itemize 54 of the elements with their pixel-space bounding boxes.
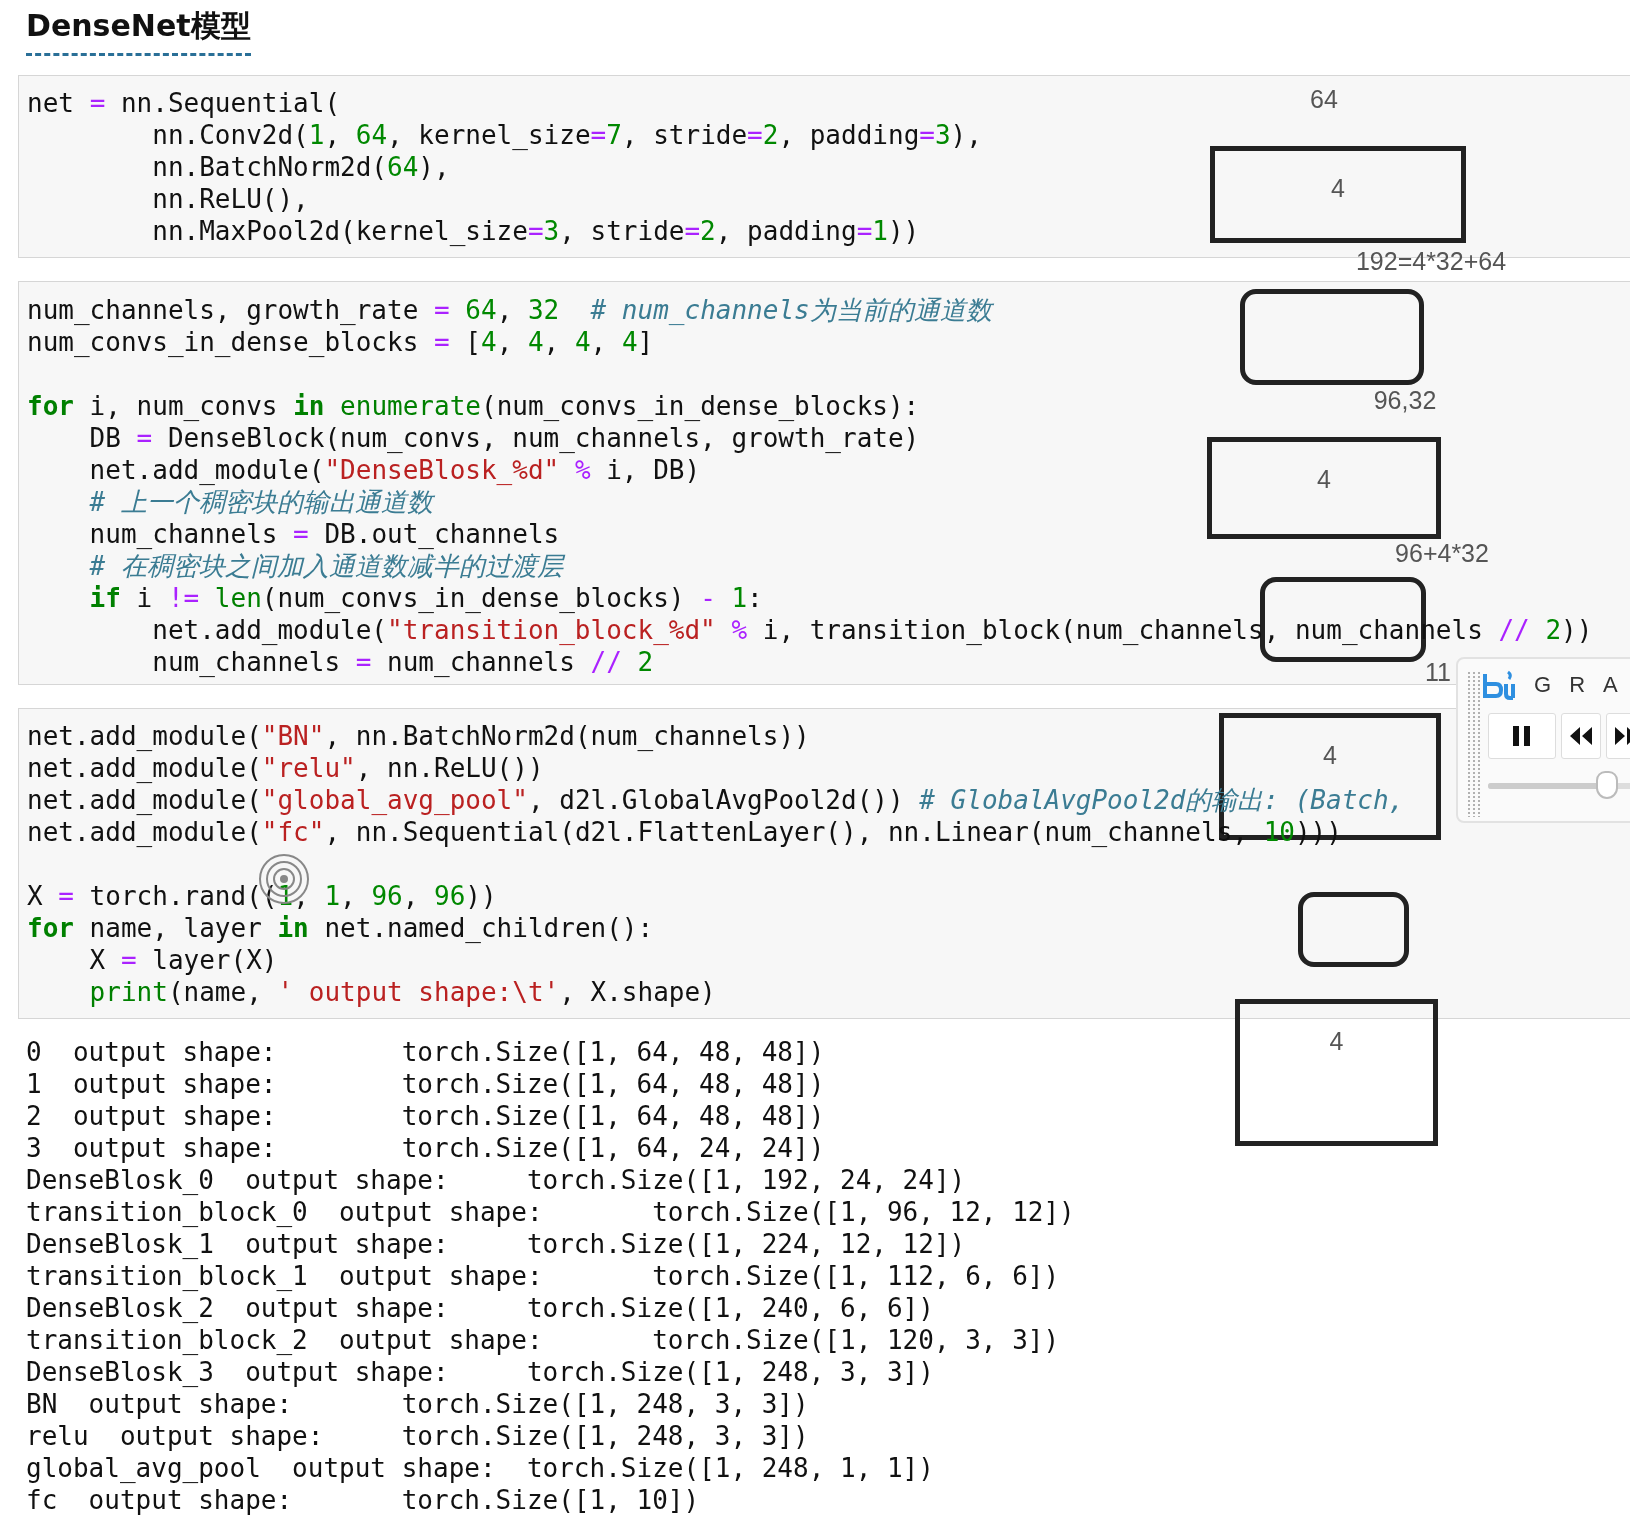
code-line: num_channels = DB.out_channels	[88, 518, 560, 550]
pause-icon	[1512, 725, 1532, 747]
menu-letter[interactable]: R	[1569, 672, 1585, 698]
output-line: DenseBlosk_3 output shape: torch.Size([1, 248, 3, 3])	[26, 1356, 934, 1388]
box-label: 4	[1331, 173, 1345, 203]
output-line: 0 output shape: torch.Size([1, 64, 48, 48])	[26, 1036, 825, 1068]
output-line: DenseBlosk_0 output shape: torch.Size([1, 192, 24, 24])	[26, 1164, 966, 1196]
annotation-label: 96,32	[1373, 385, 1437, 415]
code-line: # 上一个稠密块的输出通道数	[88, 486, 433, 518]
menu-letter[interactable]: A	[1603, 672, 1618, 698]
code-line: num_channels, growth_rate = 64, 32 # num_channels为当前的通道数	[27, 294, 992, 326]
output-line: DenseBlosk_2 output shape: torch.Size([1, 240, 6, 6])	[26, 1292, 934, 1324]
code-line: if i != len(num_convs_in_dense_blocks) - 1:	[88, 582, 763, 614]
annotation-label: 11	[1425, 657, 1451, 687]
code-line: for i, num_convs in enumerate(num_convs_in_dense_blocks):	[27, 390, 920, 422]
code-line: net.add_module("DenseBlosk_%d" % i, DB)	[88, 454, 701, 486]
rewind-button[interactable]	[1561, 713, 1601, 759]
output-line: relu output shape: torch.Size([1, 248, 3, 3])	[26, 1420, 809, 1452]
menu-letter[interactable]: G	[1534, 672, 1552, 698]
output-line: 2 output shape: torch.Size([1, 64, 48, 48])	[26, 1100, 825, 1132]
output-line: 3 output shape: torch.Size([1, 64, 24, 24])	[26, 1132, 825, 1164]
code-line: # 在稠密块之间加入通道数减半的过渡层	[88, 550, 563, 582]
code-line: X = layer(X)	[88, 944, 278, 976]
annotation-label: 96+4*32	[1395, 538, 1489, 568]
annotation-label: 64	[1310, 84, 1338, 114]
output-line: 1 output shape: torch.Size([1, 64, 48, 48])	[26, 1068, 825, 1100]
pause-button[interactable]	[1488, 713, 1556, 759]
code-line: nn.Conv2d(1, 64, kernel_size=7, stride=2, padding=3),	[151, 119, 982, 151]
code-line: net = nn.Sequential(	[27, 87, 341, 119]
code-line: num_convs_in_dense_blocks = [4, 4, 4, 4]	[27, 326, 654, 358]
code-line: nn.MaxPool2d(kernel_size=3, stride=2, padding=1))	[151, 215, 920, 247]
app-logo-icon[interactable]	[1482, 670, 1516, 700]
box-label: 4	[1323, 740, 1337, 770]
code-line: net.add_module("BN", nn.BatchNorm2d(num_channels))	[27, 720, 810, 752]
rewind-icon	[1569, 726, 1593, 746]
section-heading: DenseNet模型	[26, 6, 251, 56]
code-line: DB = DenseBlock(num_convs, num_channels, growth_rate)	[88, 422, 920, 454]
slider-thumb[interactable]	[1595, 771, 1618, 799]
code-line: nn.BatchNorm2d(64),	[151, 151, 450, 183]
output-line: fc output shape: torch.Size([1, 10])	[26, 1484, 700, 1516]
code-line: num_channels = num_channels // 2	[151, 646, 654, 678]
code-line: print(name, ' output shape:\t', X.shape)	[88, 976, 716, 1008]
output-line: transition_block_1 output shape: torch.Size([1, 112, 6, 6])	[26, 1260, 1060, 1292]
box-label: 4	[1329, 1026, 1344, 1056]
output-line: BN output shape: torch.Size([1, 248, 3, 3])	[26, 1388, 809, 1420]
box-label: 4	[1317, 464, 1331, 494]
code-cell[interactable]	[18, 708, 1630, 1019]
output-line: transition_block_0 output shape: torch.Size([1, 96, 12, 12])	[26, 1196, 1075, 1228]
output-line: global_avg_pool output shape: torch.Size([1, 248, 1, 1])	[26, 1452, 934, 1484]
code-line: net.add_module("relu", nn.ReLU())	[27, 752, 544, 784]
code-line: nn.ReLU(),	[151, 183, 309, 215]
output-line: transition_block_2 output shape: torch.Size([1, 120, 3, 3])	[26, 1324, 1060, 1356]
output-line: DenseBlosk_1 output shape: torch.Size([1, 224, 12, 12])	[26, 1228, 966, 1260]
code-line: for name, layer in net.named_children():	[27, 912, 654, 944]
